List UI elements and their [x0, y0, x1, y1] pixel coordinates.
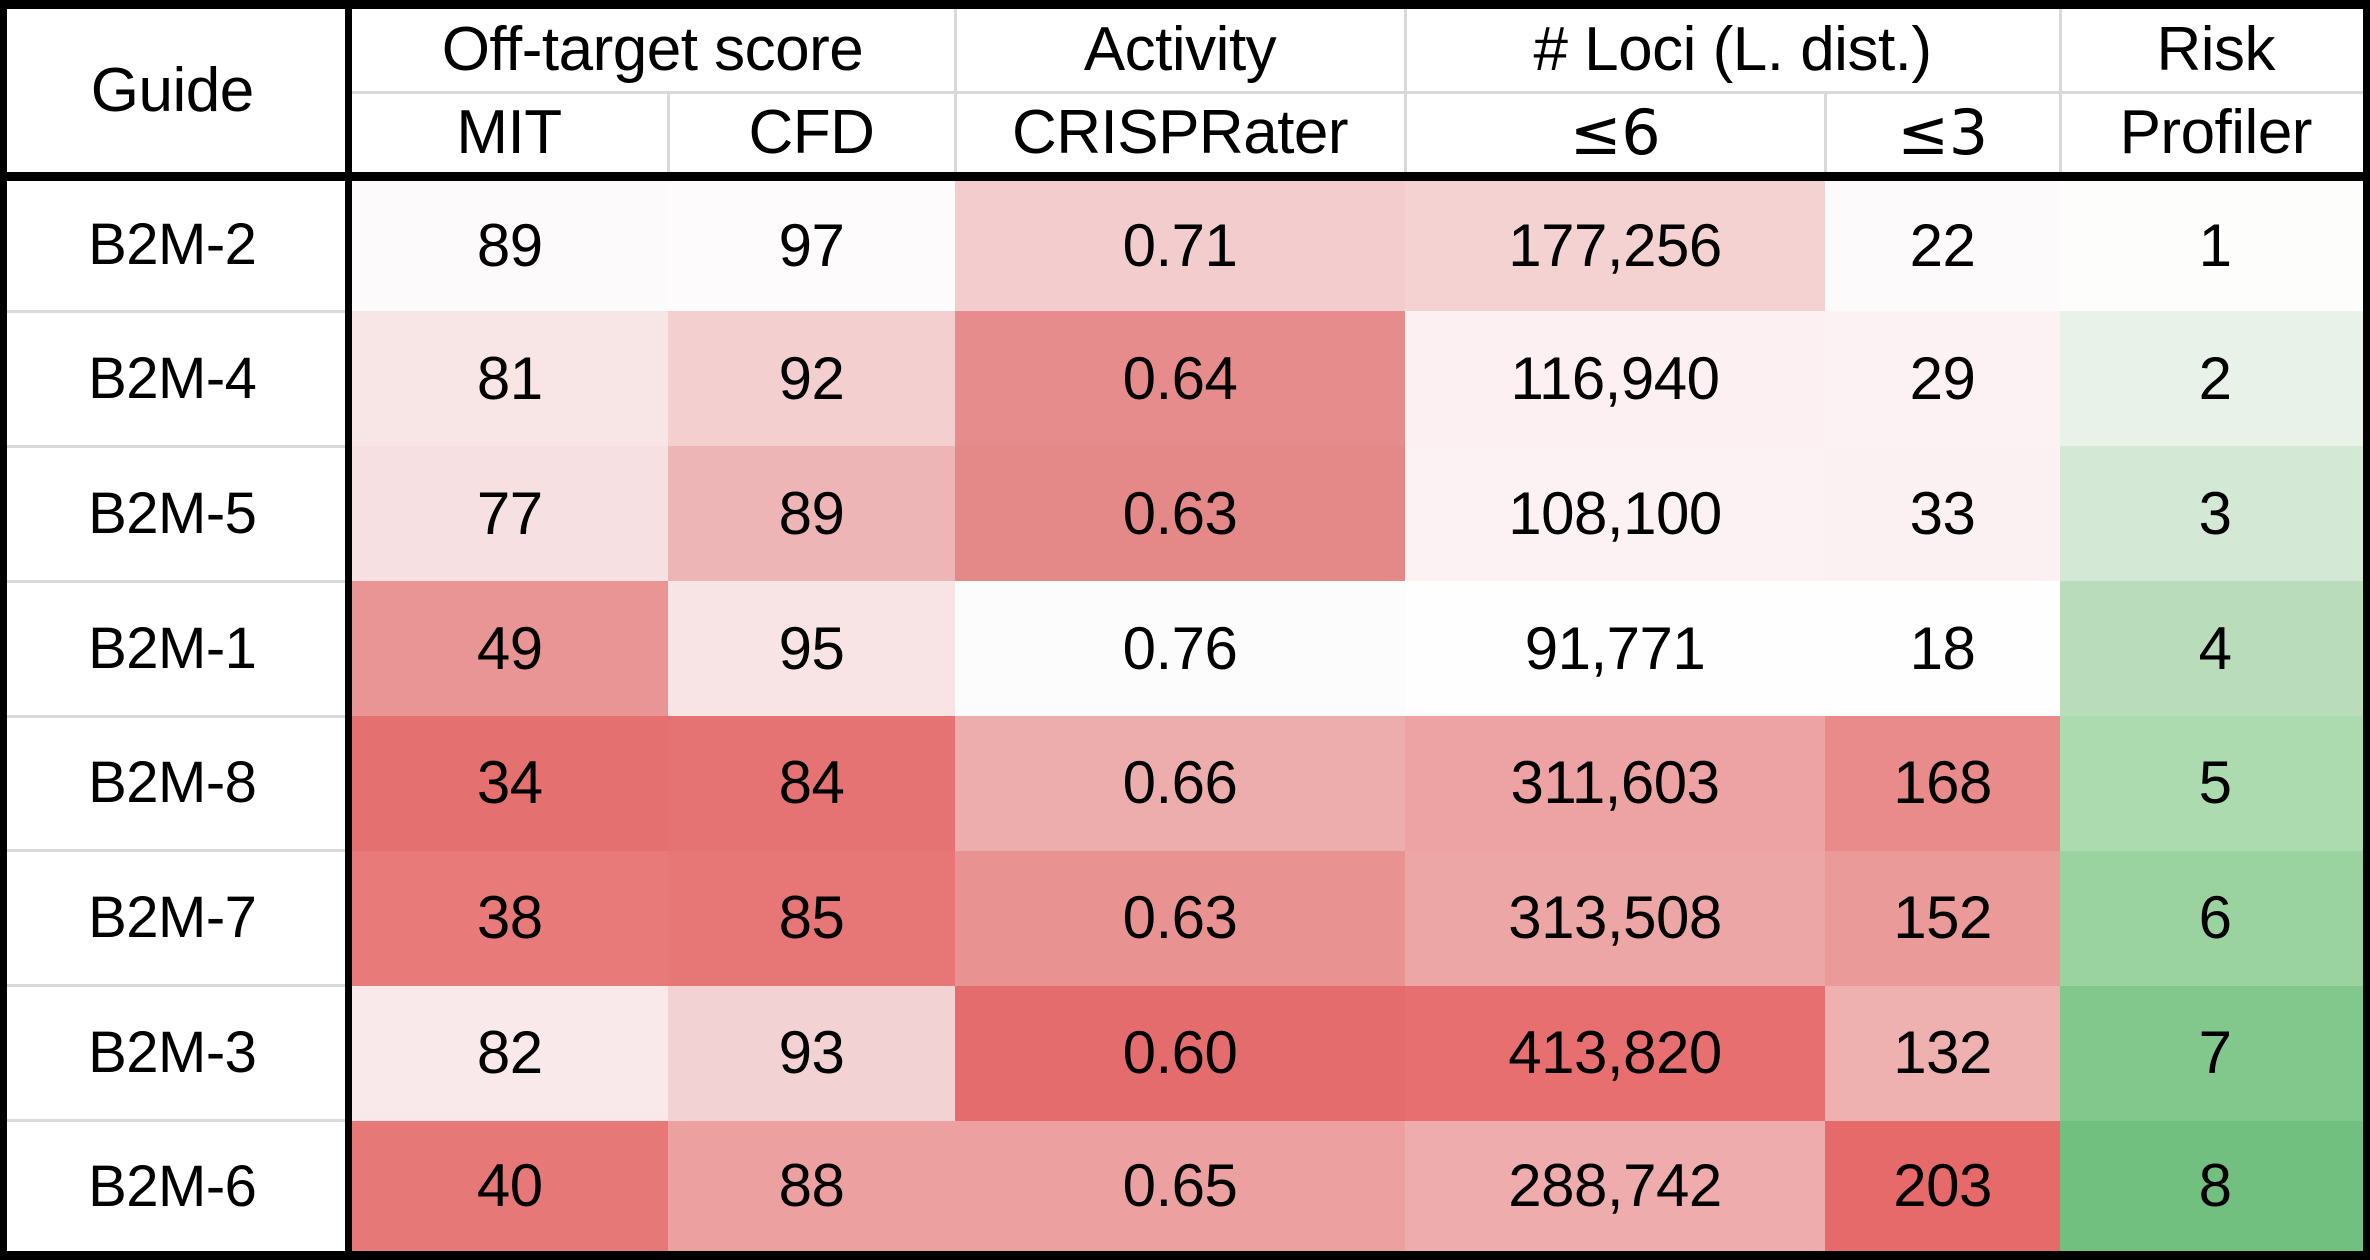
- cell-loci-le3: 132: [1825, 985, 2061, 1121]
- cell-cfd: 97: [668, 176, 955, 312]
- cell-risk-profiler: 5: [2060, 716, 2370, 851]
- header-subrow: MIT CFD CRISPRater ≤6 ≤3 Profiler: [0, 92, 2370, 181]
- cell-mit: 89: [348, 176, 668, 312]
- cell-mit: 49: [348, 581, 668, 716]
- cell-loci-le6: 413,820: [1405, 985, 1825, 1121]
- cell-loci-le3: 152: [1825, 850, 2061, 986]
- cell-loci-le6: 177,256: [1405, 176, 1825, 312]
- cell-crisprater: 0.66: [955, 716, 1405, 851]
- cell-mit: 82: [348, 985, 668, 1121]
- cell-loci-le6: 108,100: [1405, 446, 1825, 582]
- table-row: B2M-1 49 95 0.76 91,771 18 4: [0, 579, 2370, 716]
- cell-guide-name: B2M-3: [0, 984, 352, 1121]
- table-row: B2M-4 81 92 0.64 116,940 29 2: [0, 309, 2370, 447]
- cell-mit: 38: [348, 850, 668, 986]
- cell-cfd: 84: [668, 716, 955, 851]
- table-row: B2M-5 77 89 0.63 108,100 33 3: [0, 444, 2370, 582]
- column-header-crisprater: CRISPRater: [953, 92, 1405, 181]
- cell-loci-le3: 203: [1825, 1120, 2061, 1260]
- table-row: B2M-6 40 88 0.65 288,742 203 8: [0, 1119, 2370, 1260]
- cell-guide-name: B2M-1: [0, 579, 352, 716]
- cell-cfd: 92: [668, 311, 955, 447]
- cell-mit: 77: [348, 446, 668, 582]
- cell-guide-name: B2M-5: [0, 444, 352, 582]
- cell-cfd: 85: [668, 850, 955, 986]
- cell-loci-le3: 18: [1825, 581, 2061, 716]
- cell-mit: 81: [348, 311, 668, 447]
- cell-guide-name: B2M-8: [0, 714, 352, 851]
- column-header-cfd: CFD: [666, 92, 955, 181]
- column-header-loci-le3: ≤3: [1823, 92, 2061, 181]
- column-group-risk: Risk: [2058, 0, 2370, 94]
- cell-cfd: 93: [668, 985, 955, 1121]
- column-header-guide: Guide: [0, 0, 352, 181]
- cell-loci-le6: 91,771: [1405, 581, 1825, 716]
- cell-guide-name: B2M-7: [0, 849, 352, 986]
- cell-guide-name: B2M-2: [0, 176, 352, 312]
- cell-risk-profiler: 4: [2060, 581, 2370, 716]
- table-body: B2M-2 89 97 0.71 177,256 22 1 B2M-4 81 92 0.64 116,…: [0, 176, 2370, 1260]
- cell-risk-profiler: 1: [2060, 176, 2370, 312]
- column-header-risk-profiler: Profiler: [2058, 92, 2370, 181]
- cell-mit: 40: [348, 1120, 668, 1260]
- header-group-row: Guide Off-target score Activity # Loci (…: [0, 0, 2370, 181]
- cell-cfd: 89: [668, 446, 955, 582]
- cell-crisprater: 0.76: [955, 581, 1405, 716]
- cell-loci-le6: 288,742: [1405, 1120, 1825, 1260]
- cell-crisprater: 0.63: [955, 850, 1405, 986]
- column-header-loci-le6: ≤6: [1403, 92, 1825, 181]
- table-row: B2M-2 89 97 0.71 177,256 22 1: [0, 176, 2370, 312]
- table-row: B2M-7 38 85 0.63 313,508 152 6: [0, 849, 2370, 986]
- cell-loci-le3: 168: [1825, 716, 2061, 851]
- cell-loci-le3: 29: [1825, 311, 2061, 447]
- column-group-loci: # Loci (L. dist.): [1403, 0, 2061, 94]
- cell-risk-profiler: 7: [2060, 985, 2370, 1121]
- guide-evaluation-table: Guide Off-target score Activity # Loci (…: [0, 0, 2370, 1260]
- cell-loci-le6: 311,603: [1405, 716, 1825, 851]
- cell-loci-le6: 313,508: [1405, 850, 1825, 986]
- column-header-mit: MIT: [348, 92, 668, 181]
- column-group-off-target-score: Off-target score: [348, 0, 955, 94]
- cell-risk-profiler: 8: [2060, 1120, 2370, 1260]
- cell-crisprater: 0.64: [955, 311, 1405, 447]
- guide-evaluation-table-root: Guide Off-target score Activity # Loci (…: [0, 0, 2370, 1260]
- cell-cfd: 95: [668, 581, 955, 716]
- table-row: B2M-3 82 93 0.60 413,820 132 7: [0, 984, 2370, 1121]
- cell-risk-profiler: 6: [2060, 850, 2370, 986]
- cell-crisprater: 0.71: [955, 176, 1405, 312]
- cell-crisprater: 0.60: [955, 985, 1405, 1121]
- cell-guide-name: B2M-6: [0, 1119, 352, 1260]
- table-row: B2M-8 34 84 0.66 311,603 168 5: [0, 714, 2370, 851]
- cell-risk-profiler: 2: [2060, 311, 2370, 447]
- cell-crisprater: 0.63: [955, 446, 1405, 582]
- column-group-activity: Activity: [953, 0, 1405, 94]
- cell-mit: 34: [348, 716, 668, 851]
- table-header: Guide Off-target score Activity # Loci (…: [0, 0, 2370, 181]
- cell-loci-le3: 22: [1825, 176, 2061, 312]
- cell-crisprater: 0.65: [955, 1120, 1405, 1260]
- cell-loci-le3: 33: [1825, 446, 2061, 582]
- cell-loci-le6: 116,940: [1405, 311, 1825, 447]
- cell-cfd: 88: [668, 1120, 955, 1260]
- cell-risk-profiler: 3: [2060, 446, 2370, 582]
- cell-guide-name: B2M-4: [0, 309, 352, 447]
